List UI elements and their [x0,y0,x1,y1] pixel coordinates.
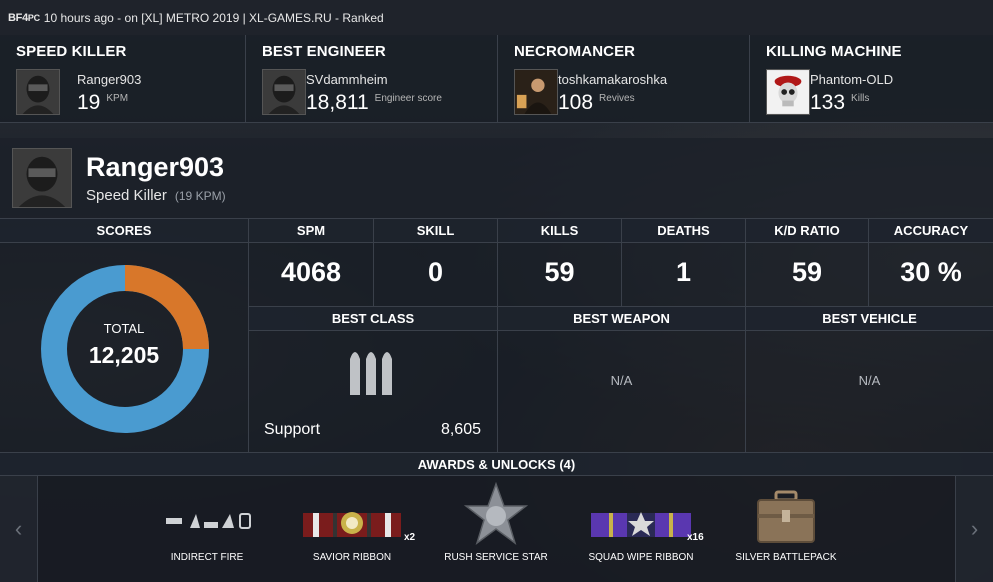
stat-kills: KILLS 59 [498,218,622,306]
stat-spm: SPM 4068 [249,218,374,306]
player-avatar-icon [12,148,72,208]
player-name: Ranger903 [86,152,225,182]
prev-arrow-icon[interactable]: ‹ [0,476,38,582]
game-logo: BF4PC [8,11,40,24]
unlock-squad-wipe-ribbon[interactable]: SQUAD WIPE RIBBON x16 [585,476,704,582]
best-class-name: Support [264,421,321,438]
scores-panel: SCORES TOTAL 12,205 [0,218,249,452]
award-best-engineer[interactable]: BEST ENGINEER SVdammheim 18,811 Engineer … [246,35,498,123]
stat-skill: SKILL 0 [374,218,498,306]
total-value: 12,205 [88,342,160,368]
player-header: Ranger903 Speed Killer (19 KPM) [0,138,993,218]
soldier-avatar-icon [262,69,306,115]
awards-header: AWARDS & UNLOCKS (4) [0,452,993,476]
award-speed-killer[interactable]: SPEED KILLER Ranger903 19 KPM [0,35,246,123]
top-bar: BF4PC 10 hours ago - on [XL] METRO 2019 … [0,0,993,35]
unlock-indirect-fire[interactable]: INDIRECT FIRE [157,476,257,582]
soldier-avatar-icon [16,69,60,115]
round-info: 10 hours ago - on [XL] METRO 2019 | XL-G… [43,10,384,25]
stats-grid: SCORES TOTAL 12,205 SPM 4068 SKILL 0 KIL… [0,218,993,452]
unlocks-carousel: ‹ › INDIRECT FIRE SAVIOR RIBBON x2 RUSH … [0,476,993,582]
award-necromancer[interactable]: NECROMANCER toshkamakaroshka 108 Revives [498,35,750,123]
best-vehicle-panel[interactable]: BEST VEHICLE N/A [746,306,993,452]
stat-deaths: DEATHS 1 [622,218,746,306]
unlock-silver-battlepack[interactable]: SILVER BATTLEPACK [728,476,844,582]
battlepack-icon [757,490,815,543]
award-killing-machine[interactable]: KILLING MACHINE Phantom-OLD 133 Kills [750,35,993,123]
unlock-rush-service-star[interactable]: RUSH SERVICE STAR [440,476,552,582]
support-class-icon [350,352,392,395]
savior-ribbon-icon [303,512,401,537]
top-awards: SPEED KILLER Ranger903 19 KPM BEST ENGINE… [0,35,993,123]
best-weapon-panel[interactable]: BEST WEAPON N/A [498,306,746,452]
skull-avatar-icon [766,69,810,115]
photo-avatar-icon [514,69,558,115]
scores-header: SCORES [0,219,248,243]
best-class-score: 8,605 [440,421,481,438]
service-star-icon [464,482,528,545]
stat-accuracy: ACCURACY 30 % [869,218,993,306]
total-label: TOTAL [103,321,145,336]
best-class-panel[interactable]: BEST CLASS Support 8,605 [249,306,498,452]
squad-wipe-ribbon-icon [591,512,691,537]
indirect-fire-icon [166,513,251,529]
next-arrow-icon[interactable]: › [955,476,993,582]
unlock-savior-ribbon[interactable]: SAVIOR RIBBON x2 [300,476,415,582]
player-title: Speed Killer (19 KPM) [86,187,226,204]
stat-kd-ratio: K/D RATIO 59 [746,218,869,306]
